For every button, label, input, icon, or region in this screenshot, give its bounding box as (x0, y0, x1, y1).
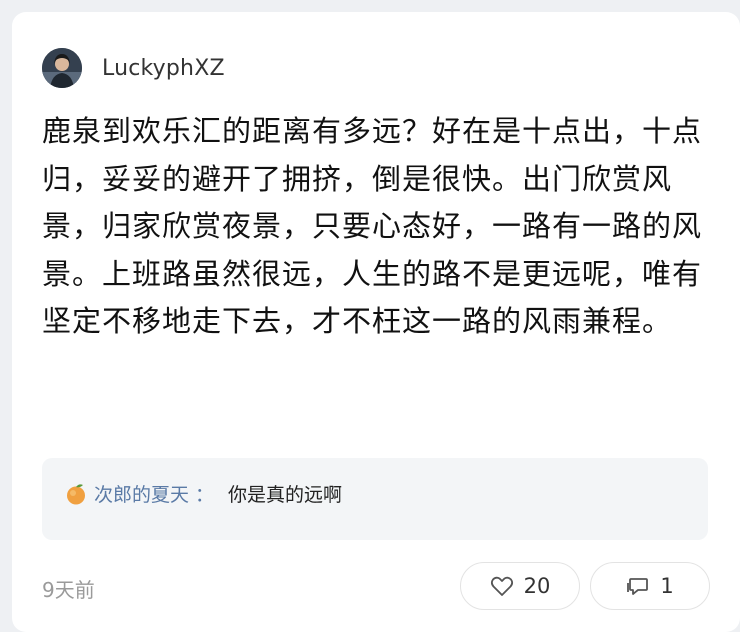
comment-separator: ： (195, 484, 215, 506)
comment-button[interactable]: 1 (590, 562, 710, 610)
comment-icon (627, 578, 649, 595)
like-count: 20 (523, 574, 551, 598)
username[interactable]: LuckyphXZ (102, 56, 225, 81)
comment-preview[interactable]: 次郎的夏天 ： 你是真的远啊 (42, 458, 708, 540)
avatar[interactable] (42, 48, 82, 88)
heart-icon (490, 576, 513, 596)
like-button[interactable]: 20 (460, 562, 580, 610)
comment-count: 1 (660, 574, 674, 598)
post-body-text: 鹿泉到欢乐汇的距离有多远？好在是十点出，十点归，妥妥的避开了拥挤，倒是很快。出门… (42, 114, 703, 338)
comment-author[interactable]: 次郎的夏天 (94, 480, 189, 507)
post-header: LuckyphXZ (42, 48, 225, 88)
post-timestamp: 9天前 (42, 578, 95, 602)
peach-icon (67, 483, 85, 504)
comment-text: 你是真的远啊 (228, 484, 343, 506)
post-card: LuckyphXZ 鹿泉到欢乐汇的距离有多远？好在是十点出，十点归，妥妥的避开了… (12, 12, 740, 632)
comment-preview-line: 次郎的夏天 ： 你是真的远啊 (64, 480, 342, 507)
